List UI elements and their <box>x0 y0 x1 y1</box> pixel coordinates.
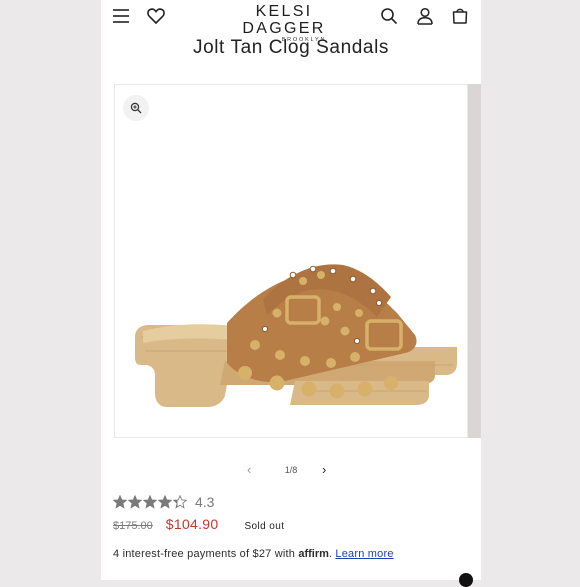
affirm-text: 4 interest-free payments of $27 with <box>113 548 299 560</box>
sold-out-badge: Sold out <box>244 521 285 532</box>
learn-more-link[interactable]: Learn more <box>335 548 393 560</box>
product-title: Jolt Tan Clog Sandals <box>192 37 390 58</box>
price-block: $175.00 $104.90 Sold out <box>113 516 284 532</box>
chat-widget-icon[interactable] <box>459 573 473 587</box>
cart-icon[interactable] <box>449 5 471 27</box>
brand-name: KELSI DAGGER <box>242 3 326 37</box>
original-price: $175.00 <box>113 520 153 532</box>
rating-value: 4.3 <box>195 494 215 510</box>
next-image-thumbnail[interactable] <box>468 84 481 438</box>
affirm-financing: 4 interest-free payments of $27 with aff… <box>113 548 394 560</box>
site-header: KELSI DAGGER BROOKLYN <box>101 0 481 43</box>
star-icon <box>128 495 142 509</box>
heart-icon[interactable] <box>145 5 167 27</box>
account-icon[interactable] <box>414 5 436 27</box>
image-counter: 1/8 <box>284 465 298 475</box>
gallery-pager: ‹ 1/8 › <box>101 462 481 478</box>
product-image-gallery[interactable] <box>114 84 468 438</box>
star-icon <box>158 495 172 509</box>
previous-arrow-icon[interactable]: ‹ <box>247 462 251 477</box>
sale-price: $104.90 <box>165 516 219 532</box>
star-icon <box>143 495 157 509</box>
rating-stars <box>113 495 187 509</box>
star-icon <box>173 495 187 509</box>
next-arrow-icon[interactable]: › <box>322 462 326 477</box>
search-icon[interactable] <box>378 5 400 27</box>
product-image-sandal <box>135 264 457 407</box>
product-rating[interactable]: 4.3 <box>113 493 214 511</box>
menu-icon[interactable] <box>110 5 132 27</box>
star-icon <box>113 495 127 509</box>
affirm-logo: affirm <box>298 548 329 560</box>
product-page: KELSI DAGGER BROOKLYN Jolt Tan Clog Sand… <box>101 0 481 580</box>
